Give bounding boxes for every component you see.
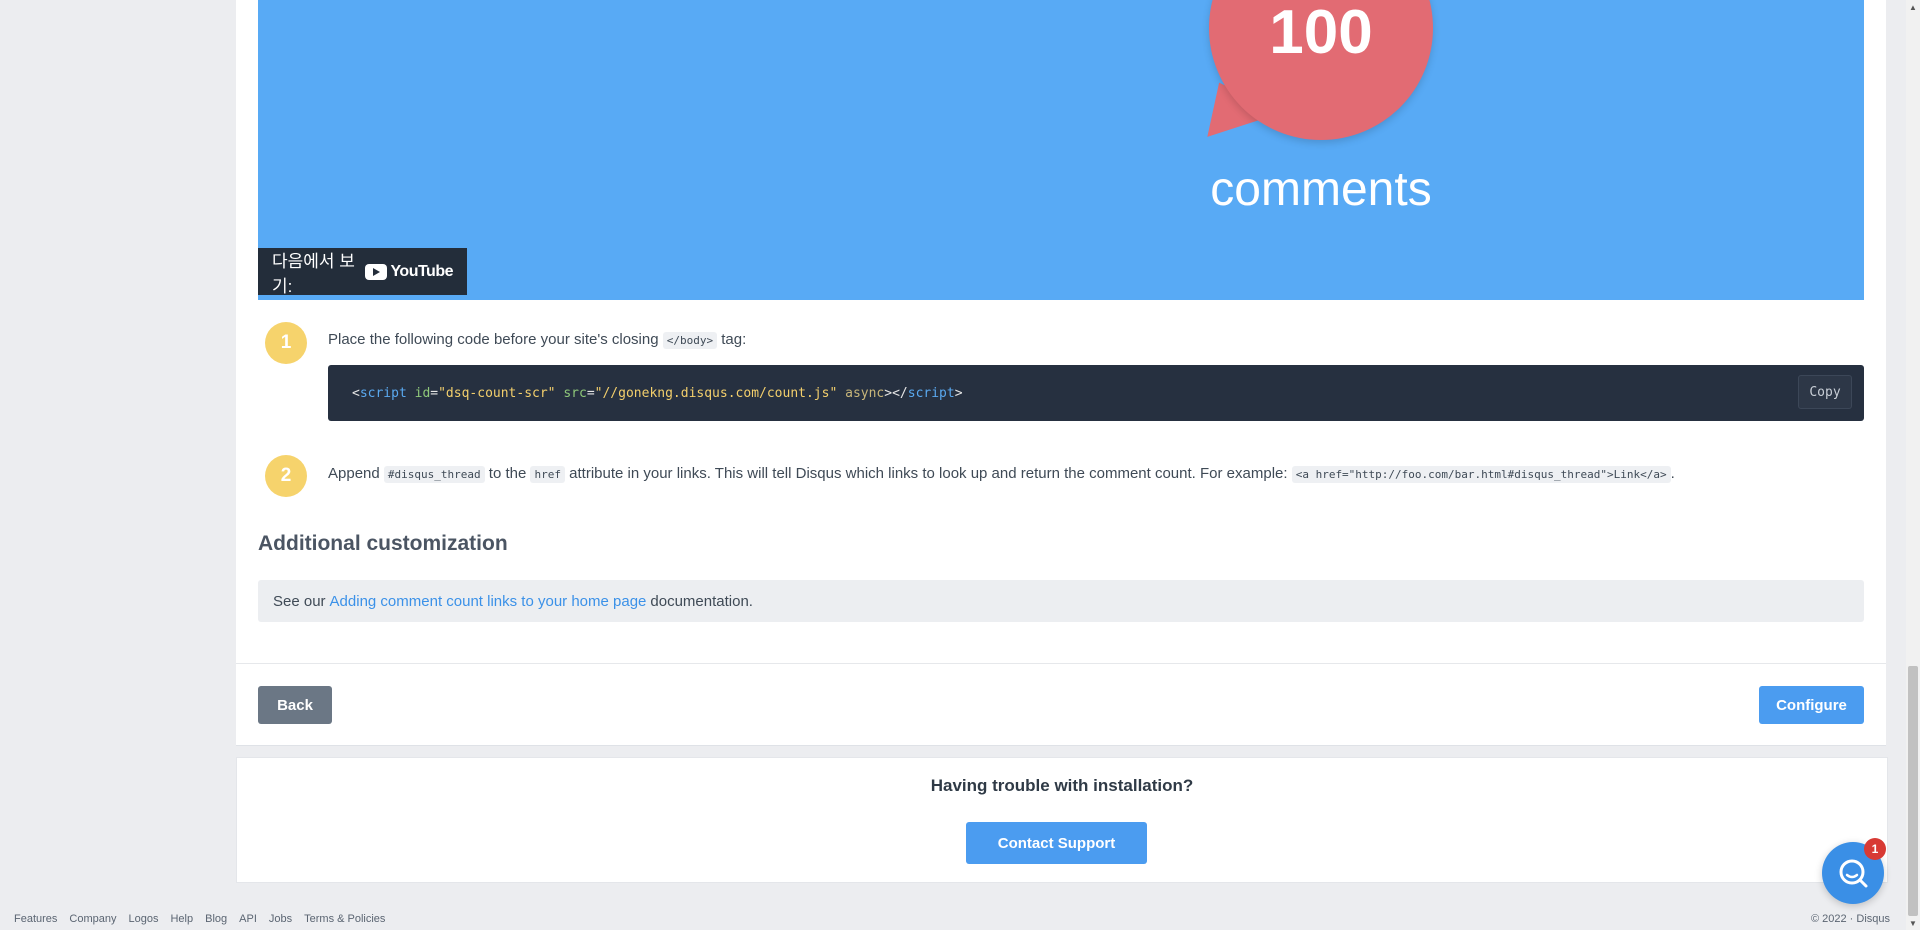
support-title: Having trouble with installation? [930, 776, 1194, 795]
tok-src-attr: src [563, 385, 587, 401]
tok-src-val: "//gonekng.disqus.com/count.js" [594, 385, 838, 401]
step-2-code-anchor: #disqus_thread [383, 466, 485, 483]
footer-link-terms[interactable]: Terms & Policies [304, 913, 385, 925]
copy-button[interactable]: Copy [1798, 375, 1852, 409]
tok-id-attr: id [414, 385, 431, 401]
footer-links: Features Company Logos Help Blog API Job… [14, 913, 385, 925]
chat-notification-badge: 1 [1864, 838, 1886, 860]
home-page-links-doc-link[interactable]: Adding comment count links to your home … [330, 593, 647, 610]
footer-link-logos[interactable]: Logos [129, 913, 159, 925]
youtube-logo: YouTube [365, 263, 453, 281]
footer-link-jobs[interactable]: Jobs [269, 913, 292, 925]
step-1-badge: 1 [265, 322, 307, 364]
step-2-append: Append [328, 465, 380, 482]
tok-id-val: "dsq-count-scr" [438, 385, 556, 401]
step-2-to-the: to the [488, 465, 527, 482]
step-2-code-href: href [530, 466, 565, 483]
customization-note: See our Adding comment count links to yo… [258, 580, 1864, 622]
footer-link-api[interactable]: API [239, 913, 257, 925]
step-2-period: . [1670, 465, 1675, 482]
footer-link-company[interactable]: Company [69, 913, 116, 925]
back-button[interactable]: Back [258, 686, 332, 724]
watch-on-label: 다음에서 보기: [272, 251, 355, 296]
step-2-description: attribute in your links. This will tell … [569, 465, 1288, 482]
video-comments-word: comments [1210, 163, 1432, 216]
scrollbar-thumb[interactable] [1908, 666, 1918, 916]
video-count: 100 [1269, 0, 1373, 67]
step-2-text: Append #disqus_thread to the href attrib… [328, 465, 1675, 483]
divider [236, 663, 1886, 664]
step-2-code-example: <a href="http://foo.com/bar.html#disqus_… [1291, 466, 1671, 483]
scroll-down-icon[interactable]: ▼ [1906, 916, 1920, 930]
tok-end-gt: > [954, 385, 963, 401]
tok-close: ></ [884, 385, 908, 401]
tok-open: < [352, 385, 360, 401]
step-1-text: Place the following code before your sit… [328, 331, 747, 349]
step-1-text-before: Place the following code before your sit… [328, 331, 659, 348]
note-see-our: See our [273, 592, 326, 610]
chat-search-icon [1839, 859, 1868, 888]
tok-async: async [845, 385, 885, 401]
footer-link-help[interactable]: Help [170, 913, 193, 925]
footer-link-blog[interactable]: Blog [205, 913, 227, 925]
scroll-up-icon[interactable]: ▲ [1906, 0, 1920, 14]
step-2-badge: 2 [265, 455, 307, 497]
note-documentation: documentation. [650, 592, 753, 610]
additional-customization-title: Additional customization [258, 532, 508, 555]
code-line: <script id="dsq-count-scr" src="//gonekn… [352, 385, 963, 401]
configure-button[interactable]: Configure [1759, 686, 1864, 724]
tok-end-tag: script [907, 385, 955, 401]
contact-support-button[interactable]: Contact Support [966, 822, 1147, 864]
youtube-play-icon [365, 263, 388, 280]
video-embed[interactable]: 100 comments [258, 0, 1864, 300]
step-1-text-after: tag: [721, 331, 747, 348]
step-1-code: </body> [662, 332, 718, 349]
footer-link-features[interactable]: Features [14, 913, 57, 925]
code-snippet: <script id="dsq-count-scr" src="//gonekn… [328, 365, 1864, 421]
tok-tag: script [359, 385, 407, 401]
youtube-wordmark: YouTube [390, 262, 453, 280]
footer-copyright: © 2022 · Disqus [1810, 913, 1890, 925]
watch-on-youtube-bar[interactable]: 다음에서 보기: YouTube [258, 248, 467, 296]
